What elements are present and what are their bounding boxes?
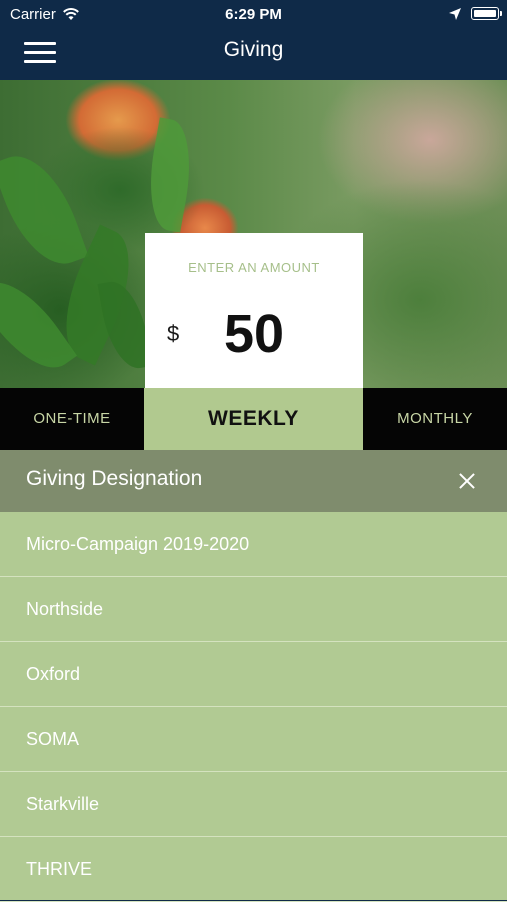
amount-input[interactable]: 50: [145, 303, 363, 365]
tab-weekly[interactable]: WEEKLY: [144, 388, 363, 450]
tab-one-time[interactable]: ONE-TIME: [0, 388, 144, 450]
battery-icon: [471, 7, 502, 20]
location-arrow-icon: [449, 8, 461, 20]
tab-monthly[interactable]: MONTHLY: [363, 388, 507, 450]
designation-item[interactable]: SOMA: [0, 707, 507, 772]
page-title: Giving: [223, 38, 284, 61]
designation-item[interactable]: Northside: [0, 577, 507, 642]
designation-item[interactable]: Oxford: [0, 642, 507, 707]
status-bar: Carrier 6:29 PM: [0, 0, 507, 28]
designation-list: Micro-Campaign 2019-2020 Northside Oxfor…: [0, 512, 507, 902]
close-icon[interactable]: [451, 465, 483, 497]
designation-header: Giving Designation: [0, 450, 507, 512]
designation-item[interactable]: THRIVE: [0, 837, 507, 902]
amount-card[interactable]: ENTER AN AMOUNT $ 50: [145, 233, 363, 390]
designation-sheet: Giving Designation Micro-Campaign 2019-2…: [0, 450, 507, 902]
frequency-tabs: ONE-TIME WEEKLY MONTHLY: [0, 388, 507, 450]
designation-item[interactable]: Starkville: [0, 772, 507, 837]
designation-item[interactable]: Micro-Campaign 2019-2020: [0, 512, 507, 577]
top-bar: Carrier 6:29 PM Giving: [0, 0, 507, 80]
clock: 6:29 PM: [225, 6, 282, 23]
amount-label: ENTER AN AMOUNT: [188, 260, 320, 275]
designation-title: Giving Designation: [26, 467, 203, 490]
